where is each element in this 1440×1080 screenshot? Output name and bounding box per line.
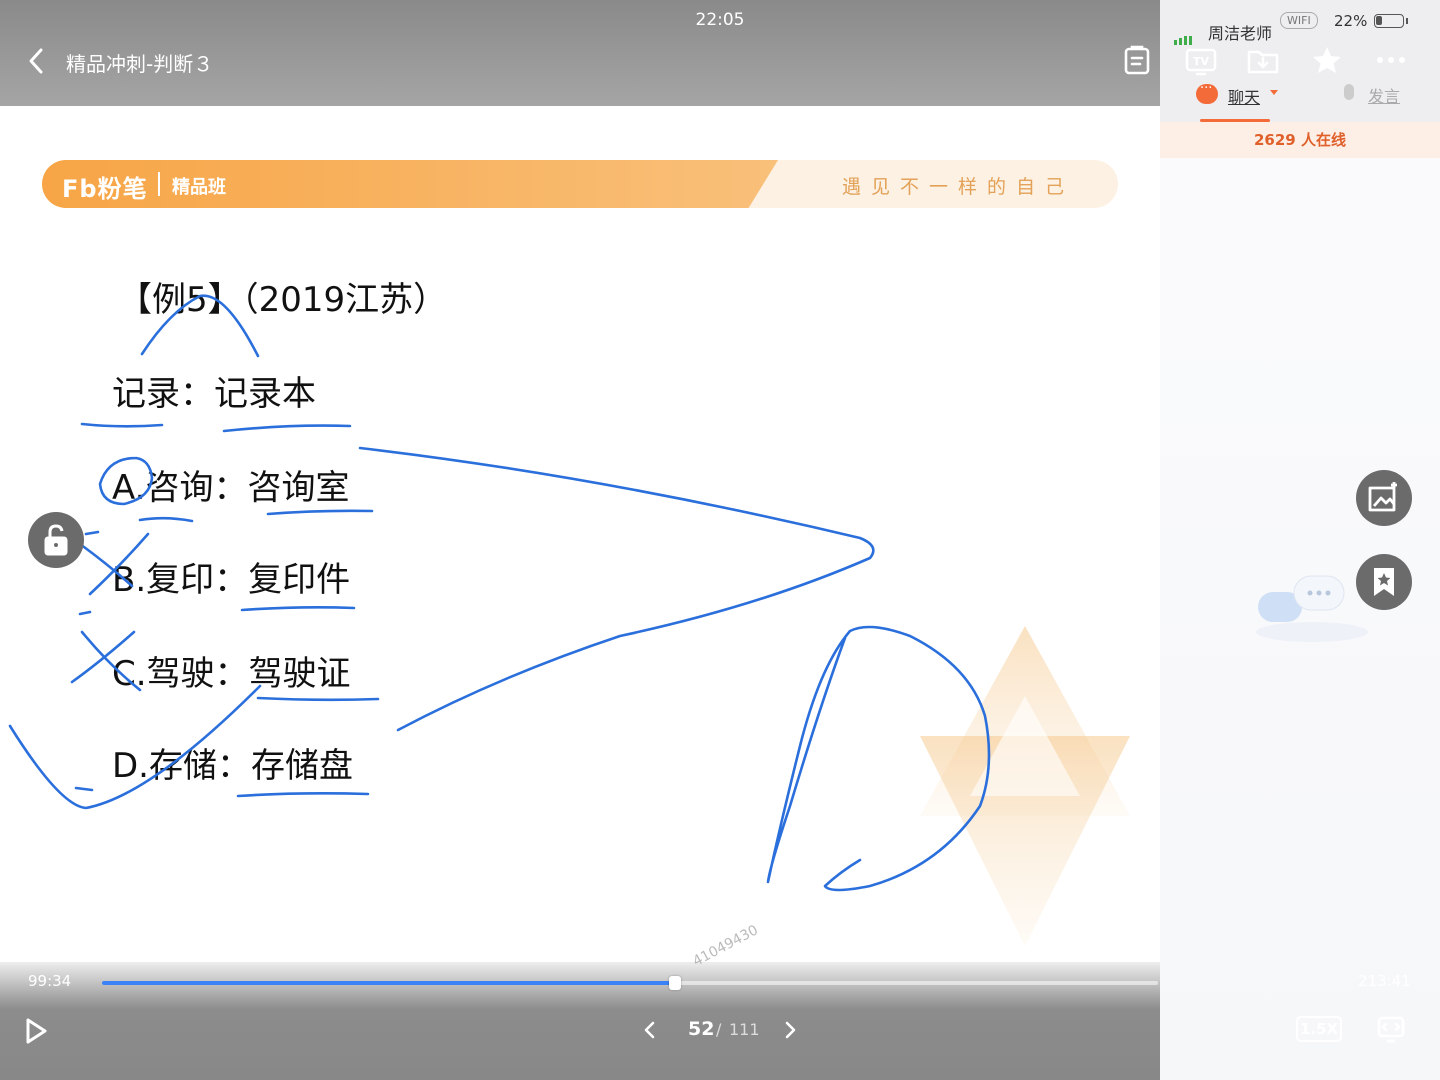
chat-panel: 周洁老师 WIFI 22% TV 聊天 发言 2629 人在线 [1160,0,1440,1080]
ink-tick-d [8,684,262,810]
progress-handle[interactable] [669,976,682,990]
wifi-indicator: WIFI [1280,12,1318,29]
notes-icon[interactable] [1122,44,1152,76]
progress-fill [102,981,676,985]
player-control-bar [0,962,1160,1080]
ink-underline-stem-right [222,424,352,433]
carrier-name: 周洁老师 [1208,24,1273,43]
bookmark-icon [1374,568,1394,596]
fullscreen-icon[interactable] [1376,1014,1406,1044]
empty-chat-illustration-icon [1256,575,1368,642]
tab-chat-label: 聊天 [1228,88,1261,107]
page-current: 52 [688,1018,715,1040]
handwritten-annotations [8,294,991,892]
ink-underline-a-mid [138,516,194,523]
lock-button[interactable] [28,512,84,568]
ink-cross-b [78,532,150,596]
ink-underline-stem-left [80,422,164,428]
screenshot-button[interactable] [1356,470,1412,526]
battery-tip [1406,18,1408,24]
image-capture-icon [1368,482,1397,512]
microphone-icon [1344,84,1354,100]
ink-cross-c [70,630,142,692]
star-icon[interactable] [1310,44,1344,76]
bookmark-button[interactable] [1356,554,1412,610]
ink-underline-d [236,792,370,798]
ink-arrow-loop [358,446,875,732]
prev-page-icon[interactable] [638,1016,662,1044]
ink-underline-c [256,696,380,702]
tab-chat[interactable]: 聊天 [1196,81,1286,112]
next-page-icon[interactable] [778,1016,802,1044]
more-icon[interactable] [1374,44,1408,76]
ink-dash-d [74,786,94,792]
total-time: 213:41 [1358,972,1411,990]
speak-button[interactable]: 发言 [1340,82,1410,108]
ink-letter-d [766,625,991,892]
online-count: 2629 人在线 [1160,122,1440,158]
tv-icon[interactable]: TV [1184,44,1218,76]
page-title: 精品冲刺-判断３ [66,52,214,76]
battery-icon [1374,14,1404,28]
caret-down-icon [1270,90,1278,95]
unlock-icon [44,524,68,556]
chat-panel-header: 周洁老师 WIFI 22% TV 聊天 发言 [1160,0,1440,122]
svg-text:TV: TV [1193,55,1210,68]
signal-icon [1174,26,1194,45]
battery-percent: 22% [1334,12,1368,30]
page-total: 111 [729,1020,760,1039]
ink-caret [140,294,260,358]
ink-underline-b [240,606,356,612]
page-separator: / [716,1020,722,1039]
chat-bubble-icon [1196,81,1218,104]
speed-button[interactable]: 1.5X [1296,1016,1342,1042]
download-icon[interactable] [1246,44,1280,76]
video-top-bar: 精品冲刺-判断３ [0,0,1160,106]
current-time: 99:34 [28,972,72,990]
speak-label: 发言 [1368,87,1401,106]
back-chevron-icon[interactable] [22,44,52,78]
lecture-slide: Fb粉笔 精品班 遇见不一样的自己 【例5】（2019江苏） 记录：记录本 A.… [0,106,1160,976]
ink-circle-a [98,456,154,506]
ink-underline-a-right [266,509,374,516]
play-icon[interactable] [22,1016,50,1046]
